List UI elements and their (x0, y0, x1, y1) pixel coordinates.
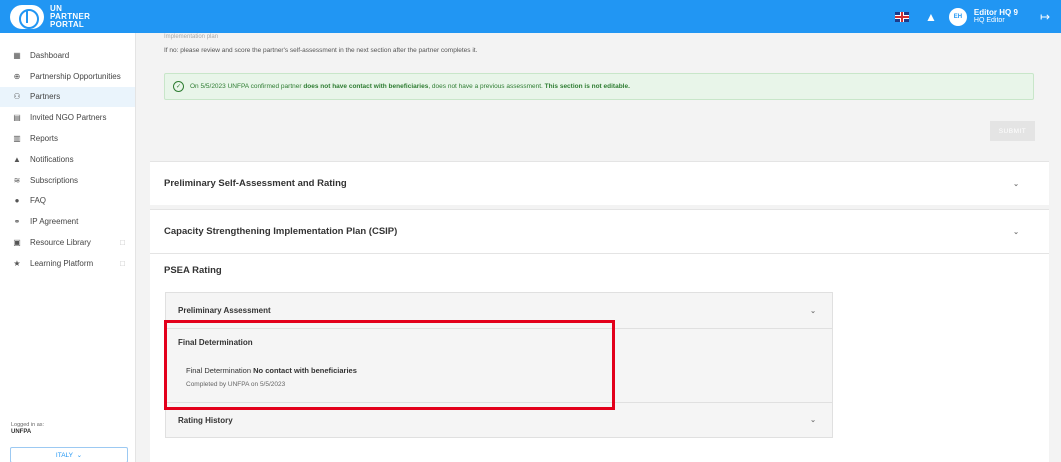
accordion-title: Rating History (178, 415, 233, 425)
country-value: ITALY (55, 451, 74, 459)
success-middle: , does not have a previous assessment. (428, 83, 545, 90)
success-bold-2: This section is not editable. (544, 83, 630, 90)
sidebar-item-label: IP Agreement (30, 217, 79, 227)
country-select[interactable]: ITALY ⌄ (10, 447, 128, 462)
assessment-card: Implementation plan If no: please review… (150, 33, 1049, 462)
avatar[interactable]: EH (948, 7, 967, 26)
psea-rating-title: PSEA Rating (164, 265, 222, 276)
success-message: On 5/5/2023 UNFPA confirmed partner does… (190, 83, 630, 90)
success-alert: ✓ On 5/5/2023 UNFPA confirmed partner do… (164, 73, 1034, 100)
user-menu[interactable]: Editor HQ 9 HQ Editor (974, 8, 1018, 25)
sidebar-item-subscriptions[interactable]: ≋ Subscriptions (0, 170, 135, 191)
logo-text: UN PARTNER PORTAL (50, 4, 90, 29)
accordion-title: Preliminary Self-Assessment and Rating (164, 178, 347, 189)
rss-icon: ≋ (13, 175, 21, 185)
sidebar-item-label: Invited NGO Partners (30, 113, 107, 123)
psea-self-assessment-panel: Implementation plan If no: please review… (150, 33, 1049, 161)
help-icon: ● (14, 196, 20, 206)
submit-button[interactable]: SUBMIT (990, 121, 1035, 141)
uk-flag-icon[interactable] (895, 11, 910, 22)
partners-icon: ⚇ (13, 92, 21, 102)
sidebar-item-ip-agreement[interactable]: ⚭ IP Agreement (0, 211, 135, 232)
sidebar-item-label: Learning Platform (30, 258, 94, 268)
user-role: HQ Editor (973, 17, 1005, 24)
bell-icon: ▲ (13, 154, 21, 164)
sidebar-item-label: Partners (30, 92, 61, 102)
sidebar-item-notifications[interactable]: ▲ Notifications (0, 149, 135, 170)
chevron-down-icon: ⌄ (810, 417, 816, 424)
chevron-down-icon: ⌄ (1013, 228, 1019, 236)
partial-text: Implementation plan (164, 34, 219, 40)
dashboard-icon: ▦ (13, 50, 21, 60)
chevron-down-icon: ⌄ (810, 307, 816, 315)
external-link-icon: □ (120, 258, 125, 268)
accordion-preliminary-self-assessment[interactable]: Preliminary Self-Assessment and Rating ⌄ (150, 161, 1049, 205)
sidebar-item-label: Dashboard (30, 50, 70, 60)
un-partner-portal-logo[interactable]: UN PARTNER PORTAL (10, 4, 90, 29)
sidebar-item-reports[interactable]: ▥ Reports (0, 128, 135, 149)
invited-icon: ▤ (13, 113, 21, 123)
sidebar-nav: ▦ Dashboard ⊕ Partnership Opportunities ⚇ P… (0, 45, 135, 274)
sidebar-item-faq[interactable]: ● FAQ (0, 191, 135, 212)
external-link-icon: □ (120, 238, 125, 248)
sidebar-item-partnership-opportunities[interactable]: ⊕ Partnership Opportunities (0, 66, 135, 87)
un-emblem-icon (10, 4, 44, 29)
annotation-highlight-box (164, 320, 615, 410)
accordion-csip[interactable]: Capacity Strengthening Implementation Pl… (150, 209, 1049, 253)
sidebar-item-label: Notifications (30, 154, 74, 164)
success-bold-1: does not have contact with beneficiaries (303, 83, 429, 90)
sidebar-item-invited-ngo-partners[interactable]: ▤ Invited NGO Partners (0, 107, 135, 128)
accordion-title: Capacity Strengthening Implementation Pl… (164, 226, 398, 237)
accordion-title: Preliminary Assessment (178, 306, 271, 315)
sidebar-item-dashboard[interactable]: ▦ Dashboard (0, 45, 135, 66)
sidebar-item-label: Partnership Opportunities (30, 71, 121, 81)
logged-in-label: Logged in as: (11, 422, 45, 428)
sidebar-item-resource-library[interactable]: ▣ Resource Library □ (0, 232, 135, 253)
chevron-down-icon: ⌄ (73, 452, 83, 459)
library-icon: ▣ (13, 238, 21, 248)
sidebar-item-label: Resource Library (30, 238, 91, 248)
sidebar-item-label: Subscriptions (30, 175, 79, 185)
sidebar-item-partners[interactable]: ⚇ Partners (0, 86, 135, 108)
check-circle-icon: ✓ (173, 81, 184, 92)
logo-line-3: PORTAL (50, 19, 85, 29)
sidebar-item-label: FAQ (30, 196, 47, 206)
top-bar: UN PARTNER PORTAL ▲ EH Editor HQ 9 HQ Ed… (0, 0, 1061, 33)
star-icon: ★ (13, 258, 21, 268)
logged-in-agency: UNFPA (11, 429, 32, 435)
handshake-icon: ⚭ (13, 217, 21, 227)
user-name: Editor HQ 9 (973, 8, 1018, 17)
success-prefix: On 5/5/2023 UNFPA confirmed partner (190, 83, 304, 90)
chevron-down-icon: ⌄ (1013, 180, 1019, 188)
notifications-bell-icon[interactable]: ▲ (925, 10, 937, 24)
logout-icon[interactable]: ↦ (1040, 10, 1050, 24)
sidebar-item-learning-platform[interactable]: ★ Learning Platform □ (0, 253, 135, 274)
reports-icon: ▥ (13, 134, 21, 144)
sidebar-item-label: Reports (30, 134, 59, 144)
sidebar: ▦ Dashboard ⊕ Partnership Opportunities ⚇ P… (0, 33, 136, 462)
globe-icon: ⊕ (13, 71, 21, 81)
instruction-text: If no: please review and score the partn… (164, 47, 478, 54)
